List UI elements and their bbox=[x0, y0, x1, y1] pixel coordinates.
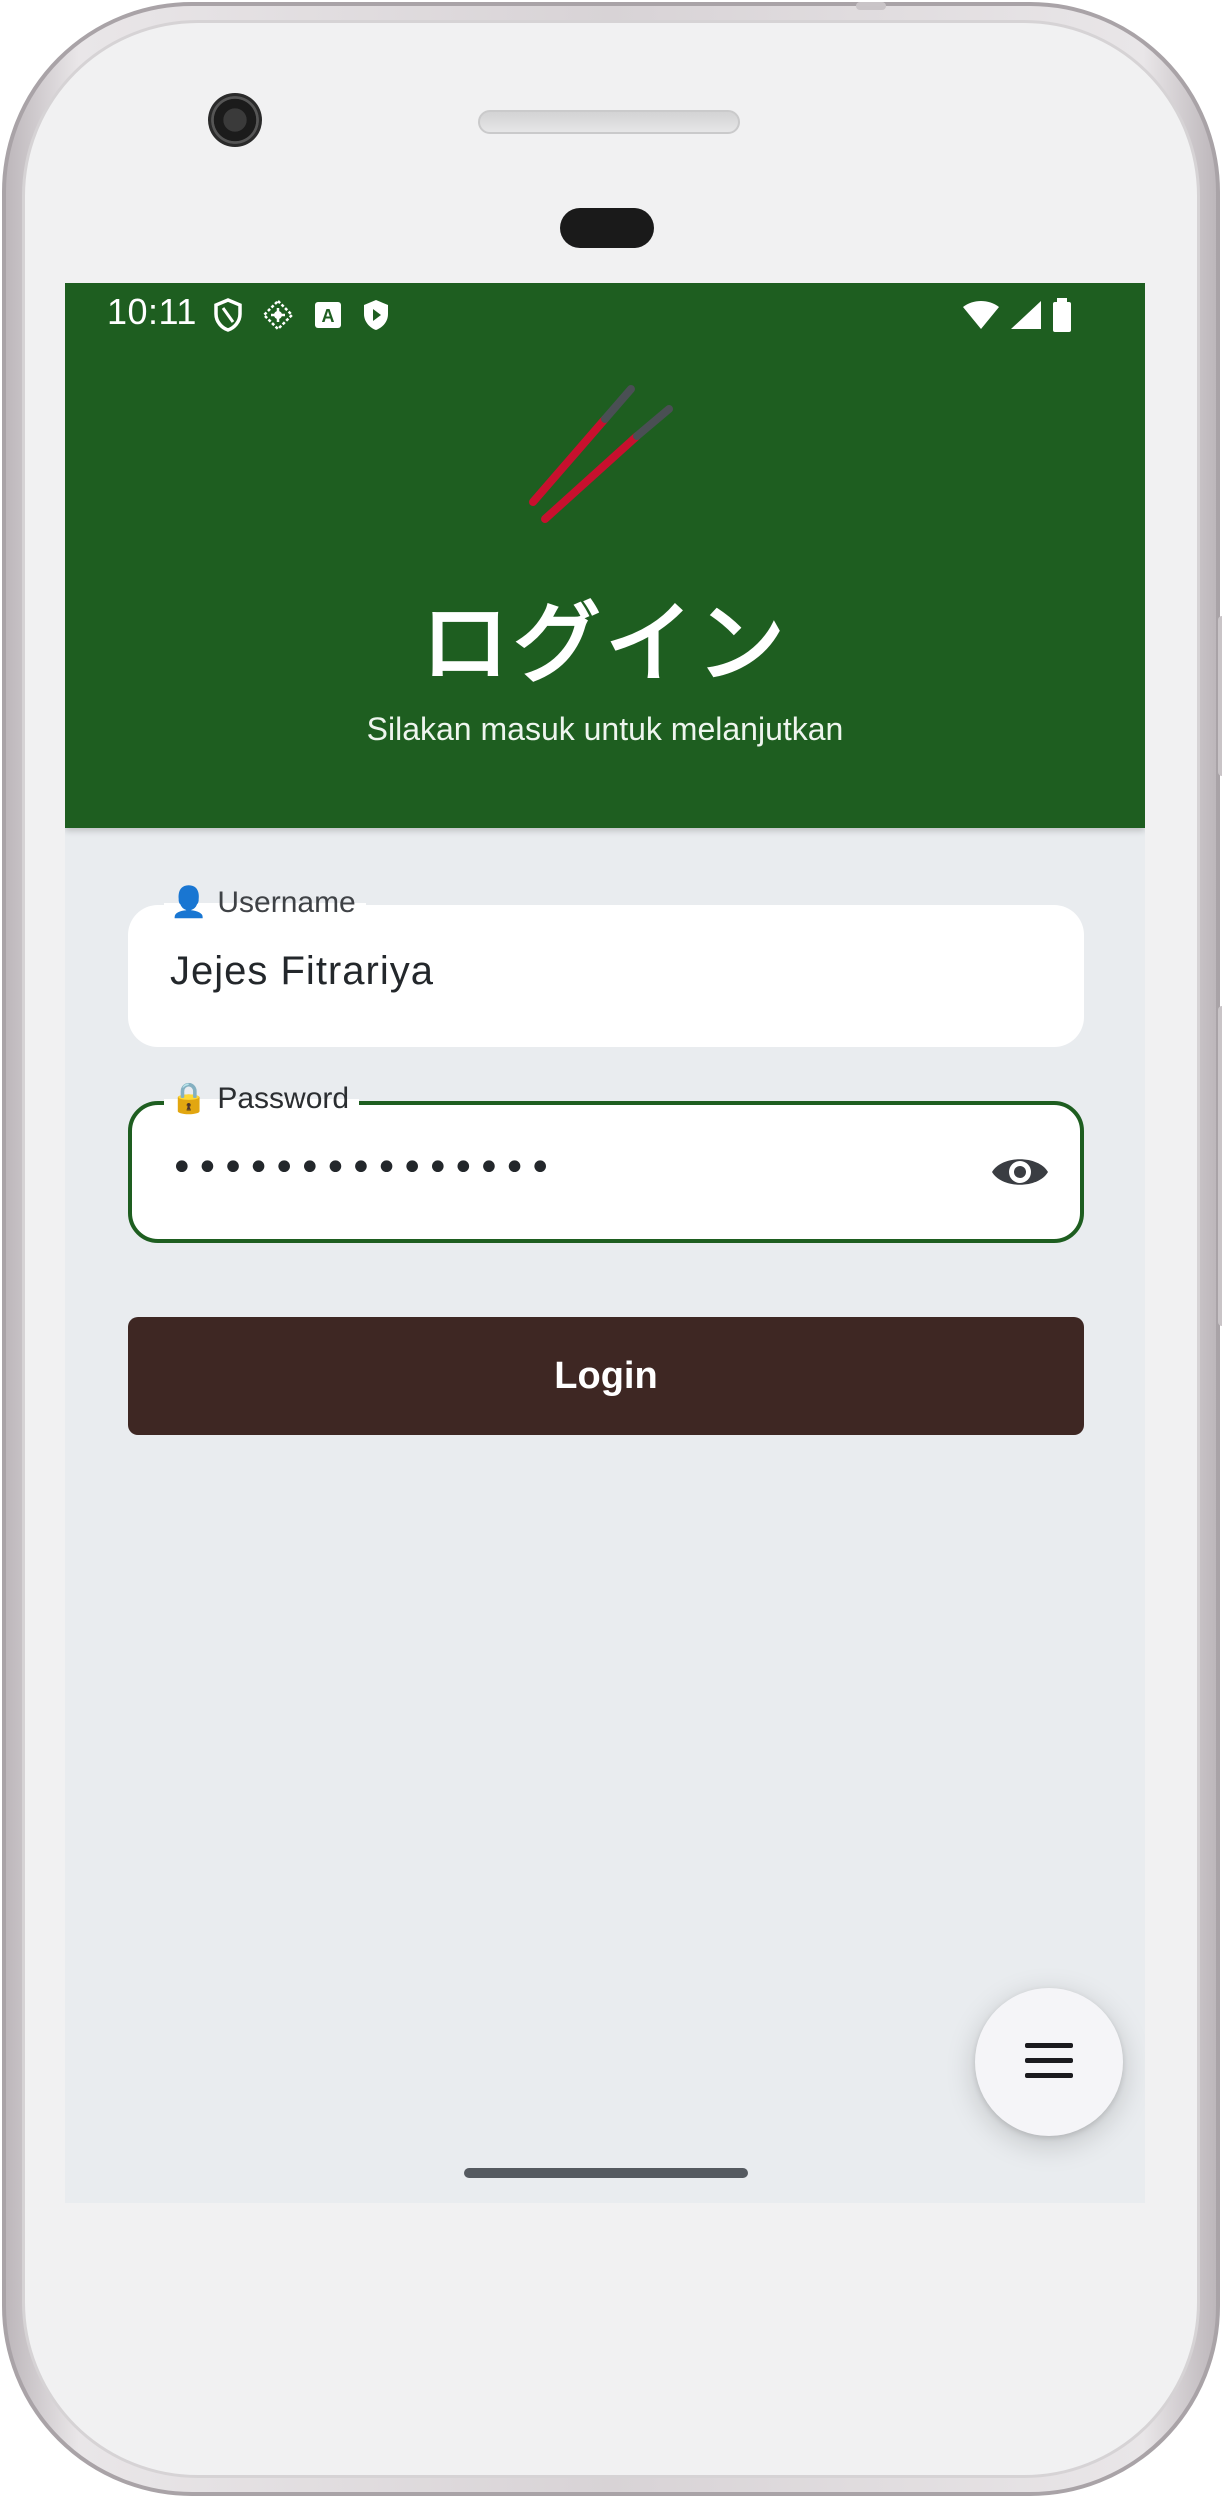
front-camera bbox=[208, 93, 262, 147]
password-field[interactable]: 🔒 Password ••••••••••••••• bbox=[128, 1079, 1084, 1243]
wifi-icon bbox=[963, 301, 999, 329]
eye-icon[interactable] bbox=[990, 1149, 1050, 1195]
top-edge-button bbox=[856, 2, 886, 10]
username-input-value[interactable]: Jejes Fitrariya bbox=[170, 949, 434, 994]
satellite-icon bbox=[262, 299, 294, 331]
user-icon: 👤 bbox=[170, 885, 208, 920]
password-label: 🔒 Password bbox=[164, 1079, 360, 1119]
svg-text:A: A bbox=[322, 306, 335, 326]
username-label-text: Username bbox=[217, 886, 356, 919]
proximity-sensor bbox=[560, 208, 654, 248]
chopsticks-icon bbox=[529, 385, 673, 523]
shield-outline-icon bbox=[214, 298, 242, 332]
page-subtitle: Silakan masuk untuk melanjutkan bbox=[366, 711, 844, 747]
status-bar: 10:11 A bbox=[65, 283, 1145, 347]
side-button-volume bbox=[1218, 616, 1222, 776]
lock-icon: 🔒 bbox=[170, 1081, 208, 1116]
status-icons-left: A bbox=[213, 296, 391, 334]
side-button-power bbox=[1218, 1006, 1222, 1326]
menu-fab-button[interactable] bbox=[975, 1988, 1123, 2136]
login-header: 10:11 A ログイン Silakan masuk untuk melanju… bbox=[65, 283, 1145, 828]
play-protect-icon bbox=[364, 300, 388, 330]
username-label: 👤 Username bbox=[164, 883, 366, 923]
home-indicator[interactable] bbox=[464, 2168, 748, 2178]
status-icons-right bbox=[961, 297, 1073, 333]
font-a-icon: A bbox=[315, 302, 341, 328]
page-title: ログイン bbox=[420, 592, 789, 695]
username-field[interactable]: 👤 Username Jejes Fitrariya bbox=[128, 883, 1084, 1047]
battery-icon bbox=[1053, 298, 1071, 332]
cellular-signal-icon bbox=[1011, 301, 1041, 329]
app-screen: 10:11 A ログイン Silakan masuk untuk melanju… bbox=[65, 283, 1145, 2203]
login-button[interactable]: Login bbox=[128, 1317, 1084, 1435]
password-input-value[interactable]: ••••••••••••••• bbox=[170, 1145, 554, 1191]
status-time: 10:11 bbox=[107, 291, 197, 332]
password-label-text: Password bbox=[217, 1082, 350, 1115]
earpiece-speaker bbox=[478, 110, 740, 134]
menu-icon bbox=[1025, 2043, 1073, 2081]
